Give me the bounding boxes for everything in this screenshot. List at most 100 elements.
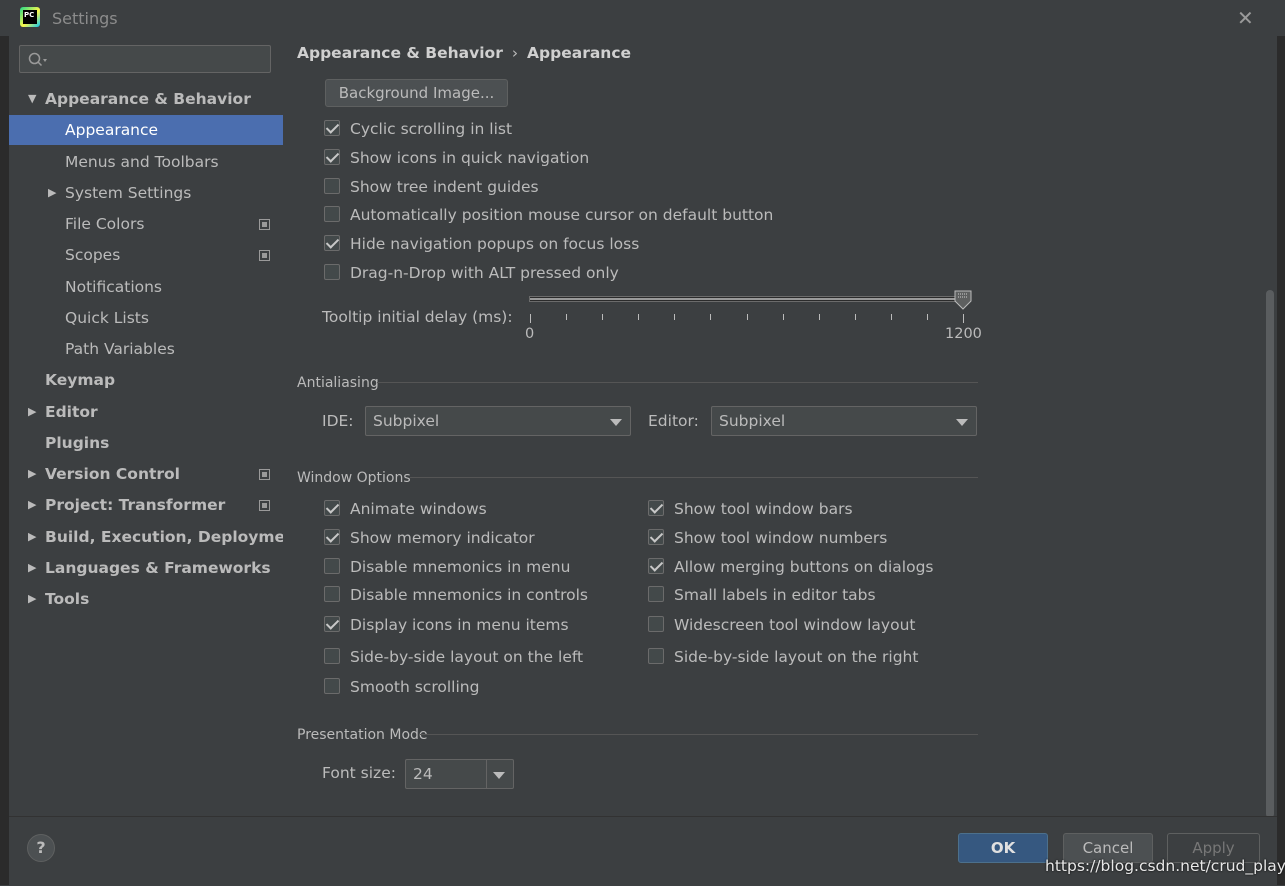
slider-tick — [963, 314, 964, 323]
checkbox-label: Show tool window numbers — [674, 529, 888, 547]
slider-tick — [710, 314, 711, 320]
window-title: Settings — [52, 9, 118, 28]
font-size-label: Font size: — [322, 764, 396, 782]
checkbox-unchecked-icon[interactable] — [324, 264, 340, 280]
sidebar-item-quick-lists[interactable]: Quick Lists — [9, 303, 283, 333]
divider — [410, 477, 978, 478]
checkbox-label: Smooth scrolling — [350, 678, 480, 696]
sidebar-item-appearance-behavior[interactable]: ▼ Appearance & Behavior — [9, 84, 283, 114]
help-button[interactable]: ? — [27, 834, 55, 862]
close-icon[interactable]: ✕ — [1237, 6, 1257, 30]
sidebar-item-plugins[interactable]: Plugins — [9, 428, 283, 458]
slider-tick — [927, 314, 928, 320]
slider-max-label: 1200 — [945, 326, 982, 342]
divider — [420, 734, 978, 735]
checkbox-label: Show icons in quick navigation — [350, 149, 590, 167]
pycharm-logo-icon: PC — [20, 7, 40, 27]
slider-tick — [891, 314, 892, 320]
project-scope-icon — [259, 219, 270, 230]
background-image-button[interactable]: Background Image... — [325, 79, 508, 107]
slider-tick — [638, 314, 639, 320]
sidebar-item-keymap[interactable]: Keymap — [9, 365, 283, 395]
slider-tick — [855, 314, 856, 320]
sidebar-item-tools[interactable]: ▶ Tools — [9, 584, 283, 614]
collapse-arrow-icon[interactable]: ▶ — [28, 522, 36, 552]
sidebar-item-project-transformer[interactable]: ▶ Project: Transformer — [9, 490, 283, 520]
font-size-value: 24 — [413, 765, 433, 783]
collapse-arrow-icon[interactable]: ▶ — [28, 490, 36, 520]
slider-thumb-icon[interactable] — [954, 290, 972, 310]
search-icon — [28, 52, 47, 67]
ide-antialiasing-value: Subpixel — [373, 412, 440, 430]
sidebar-item-path-variables[interactable]: Path Variables — [9, 334, 283, 364]
collapse-arrow-icon[interactable]: ▶ — [28, 397, 36, 427]
slider-tick — [819, 314, 820, 320]
ok-button[interactable]: OK — [958, 833, 1048, 863]
sidebar-item-languages-frameworks[interactable]: ▶ Languages & Frameworks — [9, 553, 283, 583]
checkbox-label: Cyclic scrolling in list — [350, 120, 513, 138]
checkbox-label: Disable mnemonics in controls — [350, 586, 588, 604]
sidebar-item-editor[interactable]: ▶ Editor — [9, 397, 283, 427]
checkbox-label: Hide navigation popups on focus loss — [350, 235, 640, 253]
sidebar-item-label: Plugins — [45, 434, 110, 452]
checkbox-unchecked-icon[interactable] — [324, 678, 340, 694]
checkbox-unchecked-icon[interactable] — [324, 586, 340, 602]
presentation-mode-title: Presentation Mode — [297, 727, 428, 743]
expand-arrow-icon[interactable]: ▼ — [28, 84, 36, 114]
sidebar-item-system-settings[interactable]: ▶ System Settings — [9, 178, 283, 208]
sidebar-item-menus-and-toolbars[interactable]: Menus and Toolbars — [9, 147, 283, 177]
checkbox-checked-icon[interactable] — [324, 235, 340, 251]
ide-label: IDE: — [322, 412, 354, 430]
divider — [486, 760, 487, 788]
slider-min-label: 0 — [525, 326, 535, 342]
font-size-combo[interactable]: 24 — [405, 759, 514, 789]
checkbox-label: Show tool window bars — [674, 500, 853, 518]
collapse-arrow-icon[interactable]: ▶ — [28, 553, 36, 583]
editor-antialiasing-select[interactable]: Subpixel — [711, 406, 977, 436]
sidebar-item-label: Quick Lists — [65, 309, 149, 327]
checkbox-checked-icon[interactable] — [648, 558, 664, 574]
ide-antialiasing-select[interactable]: Subpixel — [365, 406, 631, 436]
project-scope-icon — [259, 250, 270, 261]
checkbox-checked-icon[interactable] — [648, 529, 664, 545]
checkbox-unchecked-icon[interactable] — [648, 648, 664, 664]
collapse-arrow-icon[interactable]: ▶ — [28, 584, 36, 614]
editor-antialiasing-value: Subpixel — [719, 412, 786, 430]
sidebar-item-label: Menus and Toolbars — [65, 153, 219, 171]
breadcrumb-parent[interactable]: Appearance & Behavior — [297, 44, 503, 62]
checkbox-checked-icon[interactable] — [324, 120, 340, 136]
checkbox-unchecked-icon[interactable] — [324, 648, 340, 664]
vertical-scrollbar[interactable] — [1266, 290, 1274, 818]
sidebar-item-label: Project: Transformer — [45, 496, 226, 514]
sidebar-item-build-execution-deployment[interactable]: ▶ Build, Execution, Deployment — [9, 522, 304, 552]
sidebar-item-scopes[interactable]: Scopes — [9, 240, 283, 270]
checkbox-unchecked-icon[interactable] — [648, 586, 664, 602]
checkbox-unchecked-icon[interactable] — [324, 206, 340, 222]
slider-tick — [530, 314, 531, 323]
checkbox-checked-icon[interactable] — [324, 500, 340, 516]
sidebar-item-file-colors[interactable]: File Colors — [9, 209, 283, 239]
checkbox-unchecked-icon[interactable] — [324, 558, 340, 574]
breadcrumb-current: Appearance — [527, 44, 632, 62]
sidebar-item-label: File Colors — [65, 215, 145, 233]
checkbox-checked-icon[interactable] — [324, 149, 340, 165]
checkbox-unchecked-icon[interactable] — [648, 616, 664, 632]
search-input[interactable] — [19, 45, 271, 73]
collapse-arrow-icon[interactable]: ▶ — [28, 459, 36, 489]
checkbox-unchecked-icon[interactable] — [324, 178, 340, 194]
sidebar-item-appearance[interactable]: Appearance — [9, 115, 283, 145]
tooltip-delay-label: Tooltip initial delay (ms): — [322, 308, 513, 326]
slider-tick — [747, 314, 748, 320]
sidebar-item-version-control[interactable]: ▶ Version Control — [9, 459, 283, 489]
checkbox-checked-icon[interactable] — [324, 529, 340, 545]
sidebar-item-label: Tools — [45, 590, 90, 608]
checkbox-checked-icon[interactable] — [324, 616, 340, 632]
checkbox-label: Show memory indicator — [350, 529, 535, 547]
antialiasing-title: Antialiasing — [297, 375, 379, 391]
sidebar-item-label: Version Control — [45, 465, 180, 483]
sidebar-item-label: Appearance & Behavior — [45, 90, 251, 108]
checkbox-checked-icon[interactable] — [648, 500, 664, 516]
collapse-arrow-icon[interactable]: ▶ — [48, 178, 56, 208]
checkbox-label: Automatically position mouse cursor on d… — [350, 206, 774, 224]
sidebar-item-notifications[interactable]: Notifications — [9, 272, 283, 302]
